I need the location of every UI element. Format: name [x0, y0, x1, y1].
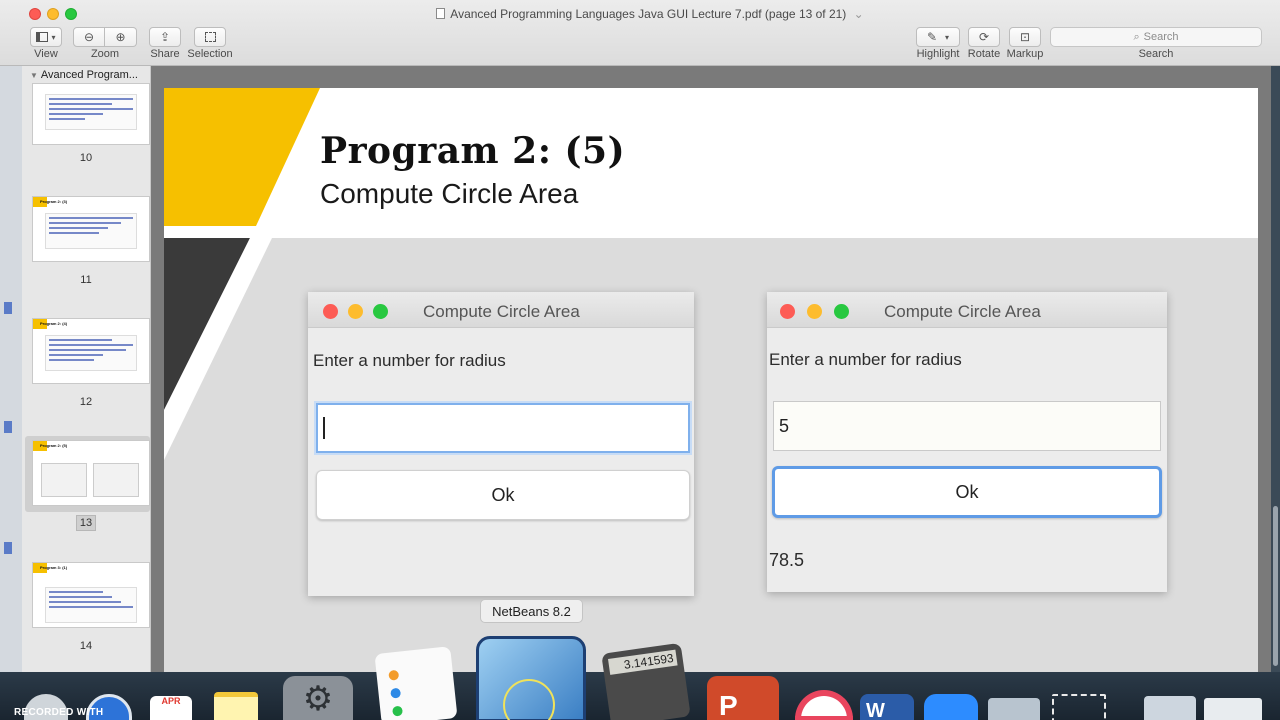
- app-close-button[interactable]: [780, 304, 795, 319]
- word-icon[interactable]: W: [860, 694, 914, 720]
- highlight-button[interactable]: ✎ ▾: [916, 27, 960, 47]
- downloads-folder-icon[interactable]: [1144, 696, 1196, 720]
- search-icon: ⌕: [1133, 30, 1140, 43]
- radius-prompt-label: Enter a number for radius: [769, 350, 962, 369]
- app-zoom-button[interactable]: [834, 304, 849, 319]
- page-number-12: 12: [79, 396, 93, 408]
- search-input[interactable]: ⌕ Search: [1050, 27, 1262, 47]
- slide-page-13: Program 2: (5) Compute Circle Area Compu…: [164, 88, 1258, 672]
- app-window-result: Compute Circle Area Enter a number for r…: [767, 292, 1167, 592]
- selection-icon: [204, 32, 216, 42]
- trash-window-icon[interactable]: [1204, 698, 1262, 720]
- radius-input[interactable]: [316, 403, 690, 453]
- toolbox-icon: ⊡: [1019, 30, 1031, 44]
- text-cursor: [323, 417, 325, 439]
- app-minimize-button[interactable]: [348, 304, 363, 319]
- system-preferences-icon[interactable]: ⚙: [283, 676, 353, 720]
- share-button[interactable]: ⇪: [149, 27, 181, 47]
- disclosure-triangle-icon: ▼: [30, 71, 38, 80]
- page-number-11: 11: [80, 274, 92, 286]
- dock-tooltip: NetBeans 8.2: [480, 599, 583, 623]
- selection-label: Selection: [187, 48, 233, 60]
- window-toolbar: Avanced Programming Languages Java GUI L…: [0, 0, 1280, 66]
- calculator-icon[interactable]: 3.141593: [601, 642, 691, 720]
- document-icon: [436, 8, 446, 19]
- slide-title: Program 2: (5): [320, 130, 626, 172]
- app-window-title: Compute Circle Area: [423, 302, 580, 321]
- netbeans-cube-icon: [503, 679, 555, 720]
- search-label: Search: [1138, 48, 1174, 60]
- search-placeholder: Search: [1143, 31, 1179, 43]
- reminders-icon[interactable]: [374, 646, 458, 720]
- page-number-13: 13: [33, 515, 139, 531]
- markup-label: Markup: [1006, 48, 1044, 60]
- radius-input[interactable]: 5: [773, 401, 1161, 451]
- page-thumbnail-13[interactable]: Program 2: (5): [33, 441, 149, 505]
- chevron-down-icon: ▾: [945, 32, 950, 42]
- powerpoint-letter-icon: P: [719, 690, 738, 720]
- ok-button[interactable]: Ok: [772, 466, 1162, 518]
- highlight-label: Highlight: [916, 48, 960, 60]
- word-letter-icon: W: [866, 700, 885, 720]
- ok-button[interactable]: Ok: [316, 470, 690, 520]
- screenshot-icon[interactable]: [1052, 694, 1106, 720]
- app-zoom-button[interactable]: [373, 304, 388, 319]
- notes-icon[interactable]: [214, 692, 258, 720]
- share-icon: ⇪: [159, 30, 171, 44]
- window-title: Avanced Programming Languages Java GUI L…: [0, 7, 1280, 21]
- zoom-out-icon: ⊖: [83, 30, 95, 44]
- calendar-icon[interactable]: APR: [150, 696, 192, 720]
- page-thumbnail-14[interactable]: Program 3: (1): [33, 563, 149, 627]
- page-thumbnail-12[interactable]: Program 2: (4): [33, 319, 149, 383]
- share-label: Share: [150, 48, 180, 60]
- markup-button[interactable]: ⊡: [1009, 27, 1041, 47]
- view-button[interactable]: ▾: [30, 27, 62, 47]
- page-number-10: 10: [79, 152, 93, 164]
- vertical-scrollbar[interactable]: [1271, 66, 1280, 672]
- desktop-background: [0, 66, 22, 672]
- rotate-label: Rotate: [967, 48, 1001, 60]
- preview-icon[interactable]: [988, 698, 1040, 720]
- zoom-out-button[interactable]: ⊖: [73, 27, 105, 47]
- page-number-14: 14: [79, 640, 93, 652]
- radius-prompt-label: Enter a number for radius: [313, 351, 506, 370]
- page-thumbnail-11[interactable]: Program 2: (3): [33, 197, 149, 261]
- app-close-button[interactable]: [323, 304, 338, 319]
- zoom-in-button[interactable]: ⊕: [105, 27, 137, 47]
- sidebar-doc-title[interactable]: ▼ Avanced Program...: [30, 69, 150, 81]
- sidebar-icon: [36, 32, 49, 42]
- chevron-down-icon: ▾: [51, 32, 56, 42]
- rotate-icon: ⟳: [978, 30, 990, 44]
- netbeans-icon[interactable]: [476, 636, 586, 720]
- recorded-with-watermark: RECORDED WITH: [14, 707, 104, 718]
- zoom-icon[interactable]: [924, 694, 978, 720]
- scrollbar-thumb[interactable]: [1273, 506, 1278, 666]
- result-label: 78.5: [769, 550, 805, 570]
- title-menu-chevron-icon[interactable]: ⌄: [854, 7, 864, 21]
- app-window-title: Compute Circle Area: [884, 302, 1041, 321]
- calendar-month: APR: [161, 696, 181, 706]
- rotate-button[interactable]: ⟳: [968, 27, 1000, 47]
- view-label: View: [34, 48, 58, 60]
- zoom-in-icon: ⊕: [115, 30, 126, 44]
- page-thumbnail-10[interactable]: [33, 84, 149, 144]
- powerpoint-icon[interactable]: P: [707, 676, 779, 720]
- app-minimize-button[interactable]: [807, 304, 822, 319]
- slide-subtitle: Compute Circle Area: [320, 178, 579, 209]
- highlighter-icon: ✎: [926, 30, 938, 44]
- zoom-label: Zoom: [90, 48, 120, 60]
- app-window-empty: Compute Circle Area Enter a number for r…: [308, 292, 694, 596]
- calculator-display: 3.141593: [608, 649, 678, 675]
- selection-button[interactable]: [194, 27, 226, 47]
- gear-icon: ⚙: [302, 680, 334, 718]
